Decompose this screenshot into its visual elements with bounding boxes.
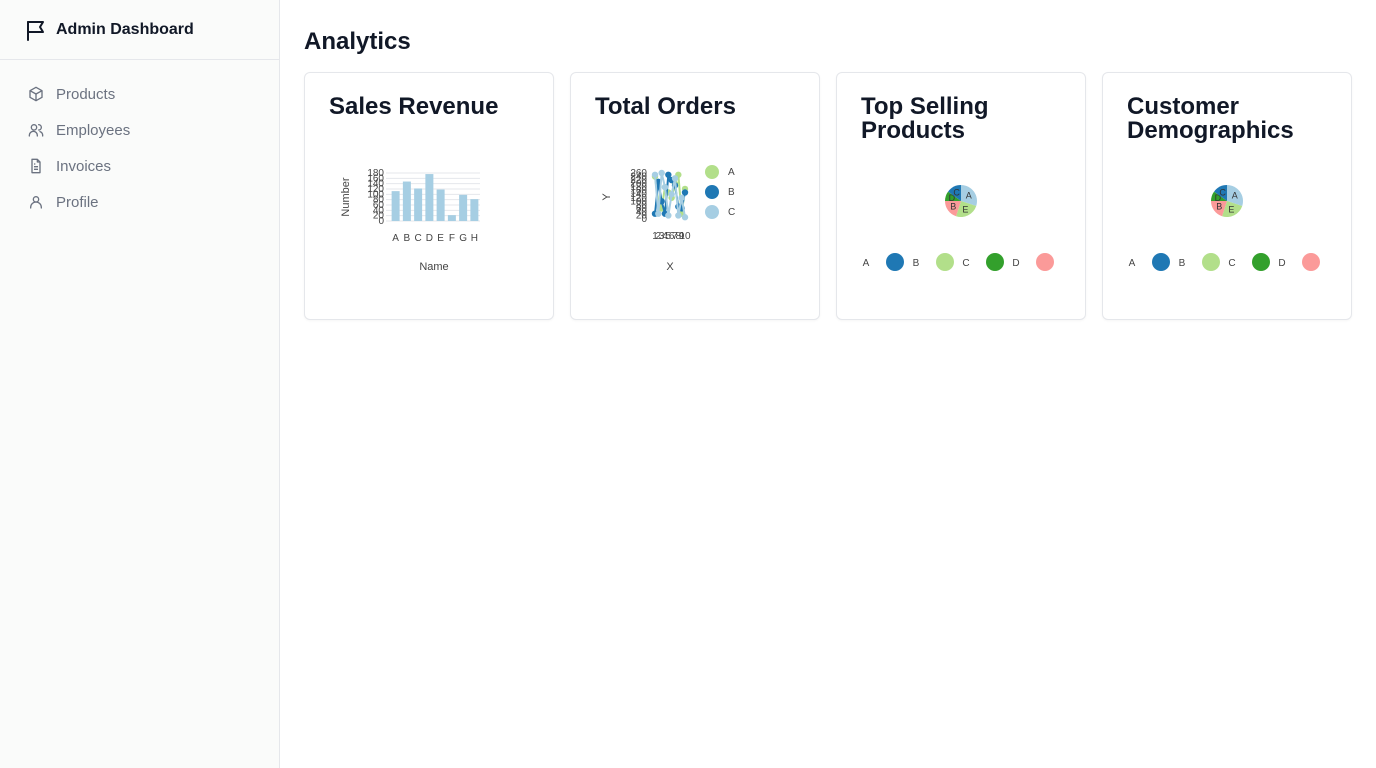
x-tick-label: F	[449, 233, 455, 244]
brand-title: Admin Dashboard	[56, 20, 194, 38]
y-tick-label: 260	[630, 168, 647, 179]
scatter-point	[665, 171, 672, 178]
pie-slice-label: C	[953, 187, 960, 197]
x-tick-label: H	[471, 233, 478, 244]
box-icon	[29, 86, 43, 102]
pie-slice-label: B	[950, 202, 956, 212]
legend-swatch	[886, 253, 904, 271]
bar	[436, 189, 445, 221]
legend-label: C	[728, 207, 735, 218]
legend-label: A	[863, 258, 870, 269]
flag-icon	[27, 20, 44, 41]
scatter-point	[681, 214, 689, 221]
legend-label: A	[1129, 258, 1136, 269]
bar	[447, 215, 456, 221]
legend-swatch	[705, 165, 719, 179]
x-axis-label: X	[666, 261, 674, 273]
scatter-point	[671, 175, 679, 182]
pie-slice-label: B	[1216, 202, 1222, 212]
legend-label: C	[1228, 258, 1235, 269]
bar	[402, 181, 411, 221]
main-content: Analytics Sales Revenue 0 20 40 60 80 100 120 1…	[280, 0, 1376, 768]
pie-slice-label: A	[966, 190, 972, 200]
sidebar-item-profile[interactable]: Profile	[16, 184, 263, 220]
legend-label: D	[1278, 258, 1285, 269]
total-orders-card: Total Orders 0 20 40 60 80 100 120 140 160 180 200…	[570, 72, 820, 320]
pie-slice-label: E	[1228, 205, 1234, 215]
sidebar-item-label: Profile	[56, 193, 99, 211]
y-axis-label: Y	[601, 193, 613, 201]
legend-swatch	[1152, 253, 1170, 271]
top-selling-pie-chart: AEBDCA B C D	[863, 185, 1054, 271]
bar	[425, 174, 434, 221]
sidebar-item-invoices[interactable]: Invoices	[16, 148, 263, 184]
sidebar-item-products[interactable]: Products	[16, 76, 263, 112]
x-tick-label: E	[437, 233, 444, 244]
customer-demographics-card: Customer Demographics AEBDCABCD	[1102, 72, 1352, 320]
scatter-point	[651, 171, 659, 178]
sidebar: Admin Dashboard Products Employees Invoi…	[0, 0, 280, 768]
scatter-point	[675, 212, 682, 219]
scatter-point	[681, 189, 689, 196]
user-icon	[30, 196, 42, 209]
sidebar-item-label: Invoices	[56, 157, 112, 175]
legend-swatch	[986, 253, 1004, 271]
legend-swatch	[936, 253, 954, 271]
sidebar-item-label: Products	[56, 85, 116, 103]
x-tick-label: G	[459, 233, 467, 244]
legend-label: B	[913, 258, 920, 269]
legend-label: B	[728, 187, 735, 198]
bar	[414, 188, 423, 221]
sales-revenue-card: Sales Revenue 0 20 40 60 80 100 120 140 160 180 A B…	[304, 72, 554, 320]
x-tick-label: C	[415, 233, 422, 244]
scatter-point	[668, 191, 675, 198]
legend-swatch	[705, 185, 719, 199]
legend-swatch	[1302, 253, 1320, 271]
legend-label: D	[1012, 258, 1019, 269]
cards-grid: Sales Revenue 0 20 40 60 80 100 120 140 160 180 A B…	[304, 72, 1352, 320]
legend-swatch	[1036, 253, 1054, 271]
total-orders-scatter-chart: 0204060801001201401601802002202402601234…	[601, 165, 735, 273]
pie-slice-label: C	[1219, 187, 1226, 197]
sidebar-nav: Products Employees Invoices Profile	[0, 60, 279, 236]
legend-label: B	[1179, 258, 1186, 269]
y-axis-label: Number	[340, 177, 352, 216]
x-tick-label: D	[426, 233, 433, 244]
legend-swatch	[1202, 253, 1220, 271]
file-text-icon	[31, 158, 41, 174]
page-title: Analytics	[304, 28, 411, 55]
legend-label: A	[728, 167, 735, 178]
pie-slice-label: E	[962, 205, 968, 215]
customer-demographics-pie-chart: AEBDCA B C D	[1129, 185, 1320, 271]
legend-label: C	[962, 258, 969, 269]
x-tick-label: B	[404, 233, 411, 244]
scatter-point	[665, 212, 672, 219]
brand[interactable]: Admin Dashboard	[0, 0, 279, 60]
pie-slice-label: A	[1232, 190, 1238, 200]
scatter-point	[678, 194, 685, 201]
scatter-point	[655, 210, 662, 217]
top-selling-products-card: Top Selling Products AEBDCABCD	[836, 72, 1086, 320]
x-tick-label: A	[392, 233, 399, 244]
bar	[470, 199, 479, 221]
scatter-point	[661, 183, 669, 191]
y-tick-label: 180	[367, 168, 384, 179]
legend-swatch	[705, 205, 719, 219]
bar	[391, 191, 400, 221]
sidebar-item-label: Employees	[56, 121, 131, 139]
x-axis-label: Name	[419, 261, 448, 273]
legend-swatch	[1252, 253, 1270, 271]
x-tick-label: 10	[679, 231, 691, 242]
users-icon	[28, 124, 44, 137]
sales-revenue-bar-chart: 020406080100120140160180A B C D E F G HNumberNa…	[340, 168, 480, 273]
scatter-point	[658, 169, 665, 177]
bar	[459, 194, 468, 221]
app-root: Admin Dashboard Products Employees Invoi…	[0, 0, 1376, 768]
sidebar-item-employees[interactable]: Employees	[16, 112, 263, 148]
